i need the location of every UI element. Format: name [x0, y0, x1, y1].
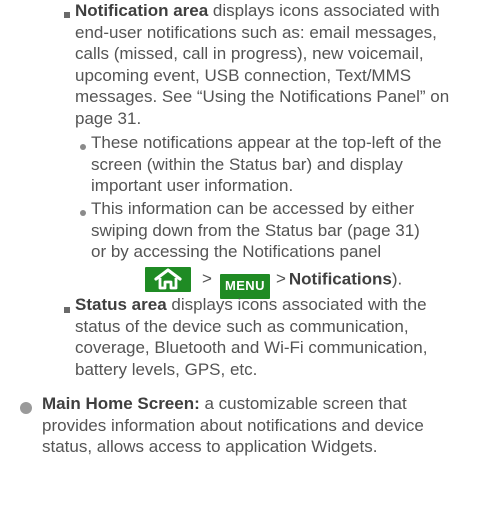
text-line: end-user notifications such as: email me…	[75, 22, 437, 42]
square-bullet	[64, 307, 70, 313]
text-line: status, allows access to application Wid…	[42, 437, 378, 457]
manual-page: Notification area displays icons associa…	[0, 0, 499, 511]
text-line: status of the device such as communicati…	[75, 316, 409, 336]
separator: >	[202, 269, 212, 289]
dot-bullet	[80, 144, 86, 150]
text-line: important user information.	[91, 176, 294, 196]
text-line: or by accessing the Notifications panel	[91, 242, 382, 262]
text-line: battery levels, GPS, etc.	[75, 359, 258, 379]
text-line: displays icons associated with	[208, 1, 440, 20]
text-line: messages. See “Using the Notifications P…	[75, 87, 450, 107]
main-home-screen-term: Main Home Screen:	[42, 394, 200, 413]
text-line: upcoming event, USB connection, Text/MMS	[75, 65, 412, 85]
text-line: a customizable screen that	[199, 394, 407, 413]
text-line: provides information about notifications…	[42, 415, 424, 435]
text-line: calls (missed, call in progress), new vo…	[75, 44, 424, 64]
home-key-icon	[145, 266, 191, 292]
text-line: page 31.	[75, 108, 142, 128]
dot-bullet	[80, 210, 86, 216]
main-home-screen-item: Main Home Screen: a customizable screen …	[42, 393, 497, 458]
text-line: screen (within the Status bar) and displ…	[91, 154, 403, 174]
status-area-term: Status area	[75, 295, 167, 314]
sub-item-notifications-location: These notifications appear at the top-le…	[91, 132, 496, 197]
home-icon	[154, 268, 182, 290]
square-bullet	[64, 12, 70, 18]
round-bullet	[20, 402, 32, 414]
notification-area-term: Notification area	[75, 1, 209, 20]
text-line: These notifications appear at the top-le…	[91, 133, 442, 152]
text-line: This information can be accessed by eith…	[91, 199, 415, 218]
status-area-item: Status area displays icons associated wi…	[75, 294, 495, 380]
sub-item-access-info: This information can be accessed by eith…	[91, 198, 496, 299]
notification-area-item: Notification area displays icons associa…	[75, 0, 495, 130]
text-line: displays icons associated with the	[166, 295, 427, 314]
nav-end: ).	[391, 269, 403, 289]
text-line: swiping down from the Status bar (page 3…	[91, 220, 420, 240]
notifications-menu-label: Notifications	[288, 269, 392, 289]
separator: >	[275, 269, 286, 289]
text-line: coverage, Bluetooth and Wi-Fi communicat…	[75, 338, 428, 358]
